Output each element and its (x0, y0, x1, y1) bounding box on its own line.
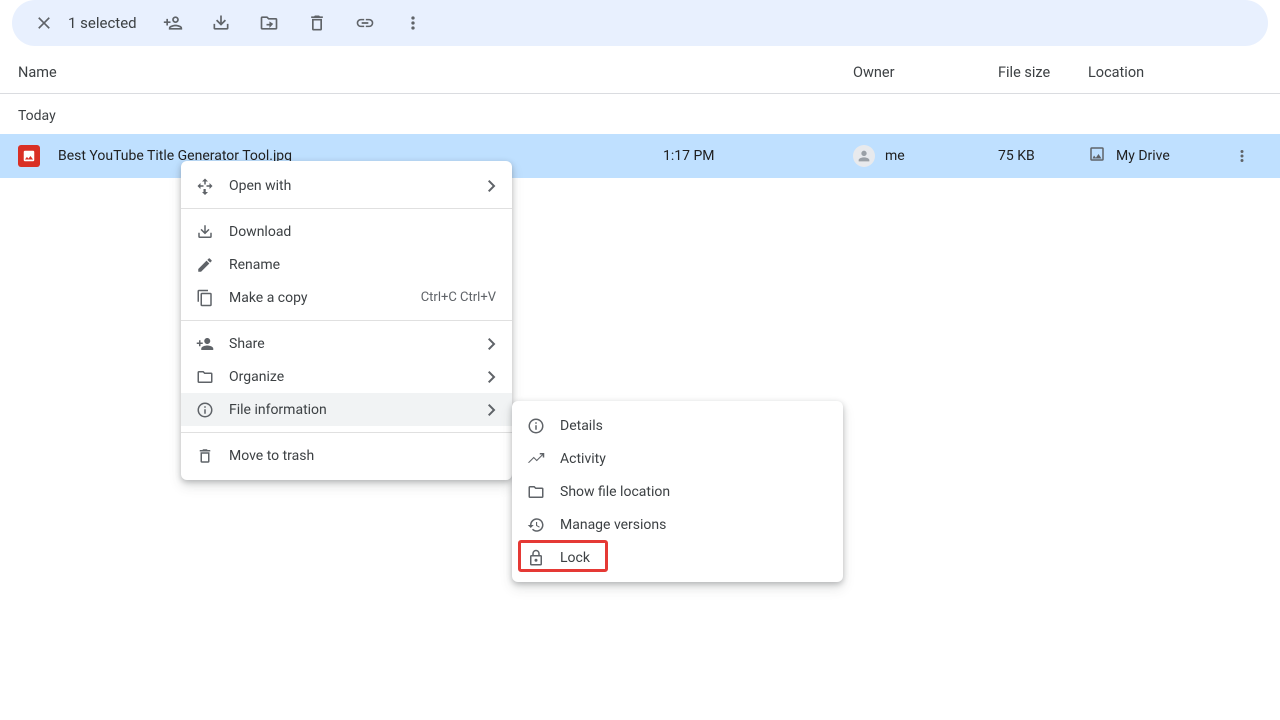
chevron-right-icon (484, 338, 496, 350)
menu-item-rename[interactable]: Rename (181, 248, 512, 281)
chevron-right-icon (484, 371, 496, 383)
menu-item-label: Organize (229, 369, 470, 385)
info-icon (526, 417, 546, 435)
lock-icon (526, 549, 546, 567)
chevron-right-icon (484, 180, 496, 192)
history-icon (526, 516, 546, 534)
menu-separator (181, 320, 512, 321)
submenu-item-label: Activity (560, 451, 827, 467)
submenu-item-show-location[interactable]: Show file location (512, 475, 843, 508)
menu-item-label: File information (229, 402, 470, 418)
column-header-name[interactable]: Name (18, 64, 663, 81)
menu-separator (181, 208, 512, 209)
menu-item-make-copy[interactable]: Make a copy Ctrl+C Ctrl+V (181, 281, 512, 314)
copy-icon (195, 289, 215, 307)
info-icon (195, 401, 215, 419)
delete-button[interactable] (297, 3, 337, 43)
move-button[interactable] (249, 3, 289, 43)
menu-item-label: Open with (229, 178, 470, 194)
download-icon (195, 223, 215, 241)
file-location: My Drive (1116, 148, 1170, 164)
menu-item-shortcut: Ctrl+C Ctrl+V (421, 290, 496, 305)
edit-icon (195, 256, 215, 274)
trash-icon (307, 13, 327, 33)
selection-count: 1 selected (68, 14, 137, 32)
file-size: 75 KB (998, 148, 1088, 164)
file-row-more-button[interactable] (1222, 147, 1262, 165)
column-header-location[interactable]: Location (1088, 64, 1222, 81)
more-vert-icon (1233, 147, 1251, 165)
share-button[interactable] (153, 3, 193, 43)
menu-item-label: Download (229, 224, 496, 240)
more-vert-icon (403, 13, 423, 33)
submenu-item-label: Details (560, 418, 827, 434)
close-selection-button[interactable] (24, 3, 64, 43)
trash-icon (195, 447, 215, 465)
column-header-owner[interactable]: Owner (853, 64, 998, 81)
menu-item-organize[interactable]: Organize (181, 360, 512, 393)
submenu-item-label: Lock (560, 550, 827, 566)
menu-item-share[interactable]: Share (181, 327, 512, 360)
menu-item-label: Rename (229, 257, 496, 273)
file-owner: me (885, 148, 905, 164)
folder-icon (195, 368, 215, 386)
date-group-label: Today (0, 94, 1280, 134)
download-button[interactable] (201, 3, 241, 43)
get-link-button[interactable] (345, 3, 385, 43)
image-file-icon (18, 145, 40, 167)
menu-separator (181, 432, 512, 433)
submenu-item-manage-versions[interactable]: Manage versions (512, 508, 843, 541)
context-menu: Open with Download Rename Make a copy Ct… (181, 161, 512, 480)
file-information-submenu: Details Activity Show file location Mana… (512, 401, 843, 582)
menu-item-label: Share (229, 336, 470, 352)
link-icon (355, 13, 375, 33)
menu-item-open-with[interactable]: Open with (181, 169, 512, 202)
submenu-item-lock[interactable]: Lock (512, 541, 843, 574)
close-icon (34, 13, 54, 33)
menu-item-move-to-trash[interactable]: Move to trash (181, 439, 512, 472)
owner-avatar (853, 145, 875, 167)
submenu-item-activity[interactable]: Activity (512, 442, 843, 475)
more-actions-button[interactable] (393, 3, 433, 43)
selection-toolbar: 1 selected (12, 0, 1268, 46)
menu-item-file-information[interactable]: File information (181, 393, 512, 426)
submenu-item-details[interactable]: Details (512, 409, 843, 442)
person-add-icon (163, 13, 183, 33)
folder-outline-icon (526, 483, 546, 501)
open-with-icon (195, 177, 215, 195)
submenu-item-label: Manage versions (560, 517, 827, 533)
chevron-right-icon (484, 404, 496, 416)
activity-icon (526, 450, 546, 468)
column-header-size[interactable]: File size (998, 64, 1088, 81)
submenu-item-label: Show file location (560, 484, 827, 500)
table-header: Name Owner File size Location (0, 52, 1280, 94)
download-icon (211, 13, 231, 33)
file-time: 1:17 PM (663, 148, 853, 164)
move-to-folder-icon (259, 13, 279, 33)
menu-item-label: Move to trash (229, 448, 496, 464)
drive-icon (1088, 145, 1106, 167)
menu-item-label: Make a copy (229, 290, 407, 306)
person-add-icon (195, 335, 215, 353)
menu-item-download[interactable]: Download (181, 215, 512, 248)
